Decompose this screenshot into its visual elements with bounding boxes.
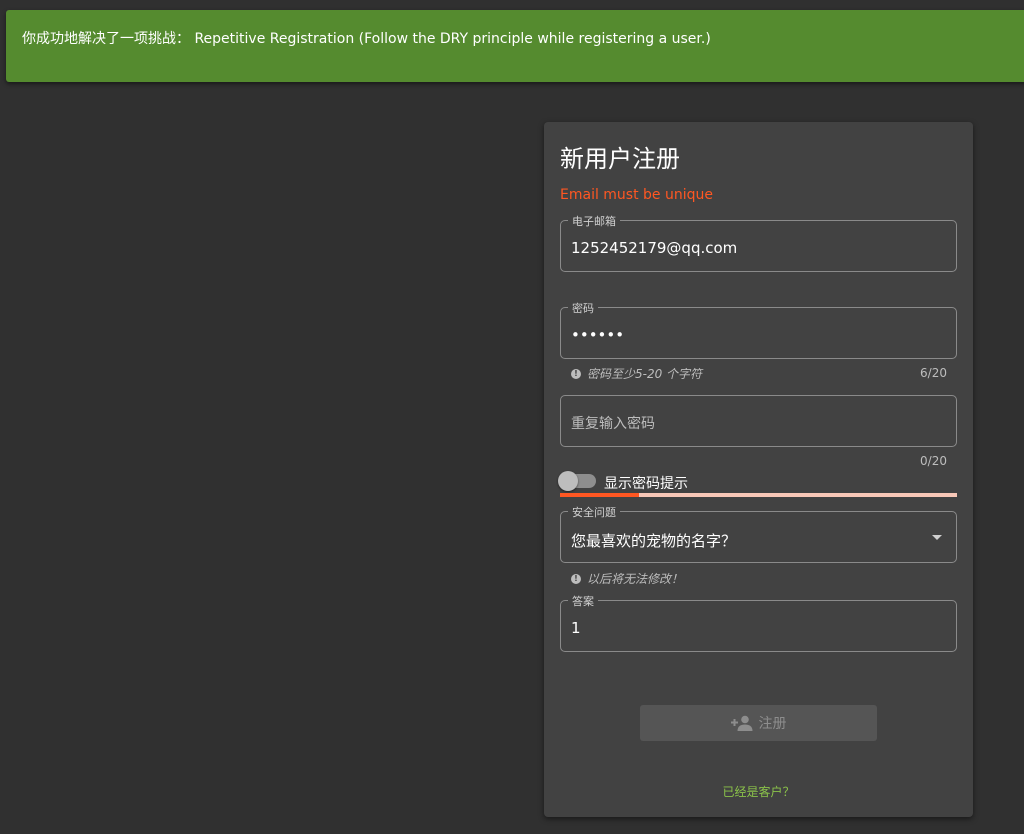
already-customer-link[interactable]: 已经是客户？ [544, 783, 973, 800]
toggle-knob[interactable] [558, 471, 578, 491]
password-counter: 6/20 [920, 366, 947, 380]
answer-value[interactable]: 1 [571, 619, 581, 637]
show-password-hint-toggle[interactable] [558, 471, 596, 491]
banner-prefix: 你成功地解决了一项挑战： [22, 31, 190, 47]
error-message: Email must be unique [560, 187, 713, 203]
password-strength-bar [560, 493, 957, 497]
banner-challenge-text: Repetitive Registration (Follow the DRY … [190, 31, 711, 47]
email-value[interactable]: 1252452179@qq.com [571, 239, 737, 257]
challenge-solved-banner: 你成功地解决了一项挑战： Repetitive Registration (Fo… [6, 10, 1024, 82]
register-button[interactable]: 注册 [640, 705, 877, 741]
repeat-password-counter: 0/20 [920, 454, 947, 468]
info-icon: ! [571, 573, 581, 584]
password-hint: ! 密码至少5-20 个字符 [571, 365, 702, 382]
person-add-icon [730, 715, 752, 731]
registration-card: 新用户注册 Email must be unique 电子邮箱 12524521… [544, 122, 973, 817]
dropdown-arrow-icon[interactable] [932, 535, 942, 540]
repeat-password-field[interactable]: 重复输入密码 [560, 395, 957, 447]
email-field[interactable]: 电子邮箱 1252452179@qq.com [560, 213, 957, 272]
repeat-password-placeholder[interactable]: 重复输入密码 [571, 413, 655, 433]
security-question-hint: ! 以后将无法修改！ [571, 570, 683, 587]
show-password-hint-label[interactable]: 显示密码提示 [604, 473, 688, 493]
page-title: 新用户注册 [560, 145, 680, 173]
password-strength-fill [560, 493, 640, 497]
password-hint-text: 密码至少5-20 个字符 [587, 367, 703, 381]
register-button-label[interactable]: 注册 [759, 713, 787, 733]
email-label: 电子邮箱 [568, 213, 620, 229]
security-question-label: 安全问题 [568, 504, 620, 520]
info-icon: ! [571, 368, 581, 379]
answer-field[interactable]: 答案 1 [560, 593, 957, 652]
security-question-value[interactable]: 您最喜欢的宠物的名字？ [571, 530, 736, 551]
security-question-select[interactable]: 安全问题 您最喜欢的宠物的名字？ [560, 504, 957, 563]
password-label: 密码 [568, 300, 598, 316]
security-question-hint-text: 以后将无法修改！ [587, 572, 684, 586]
password-value[interactable]: •••••• [571, 326, 624, 344]
password-field[interactable]: 密码 •••••• [560, 300, 957, 359]
answer-label: 答案 [568, 593, 598, 609]
